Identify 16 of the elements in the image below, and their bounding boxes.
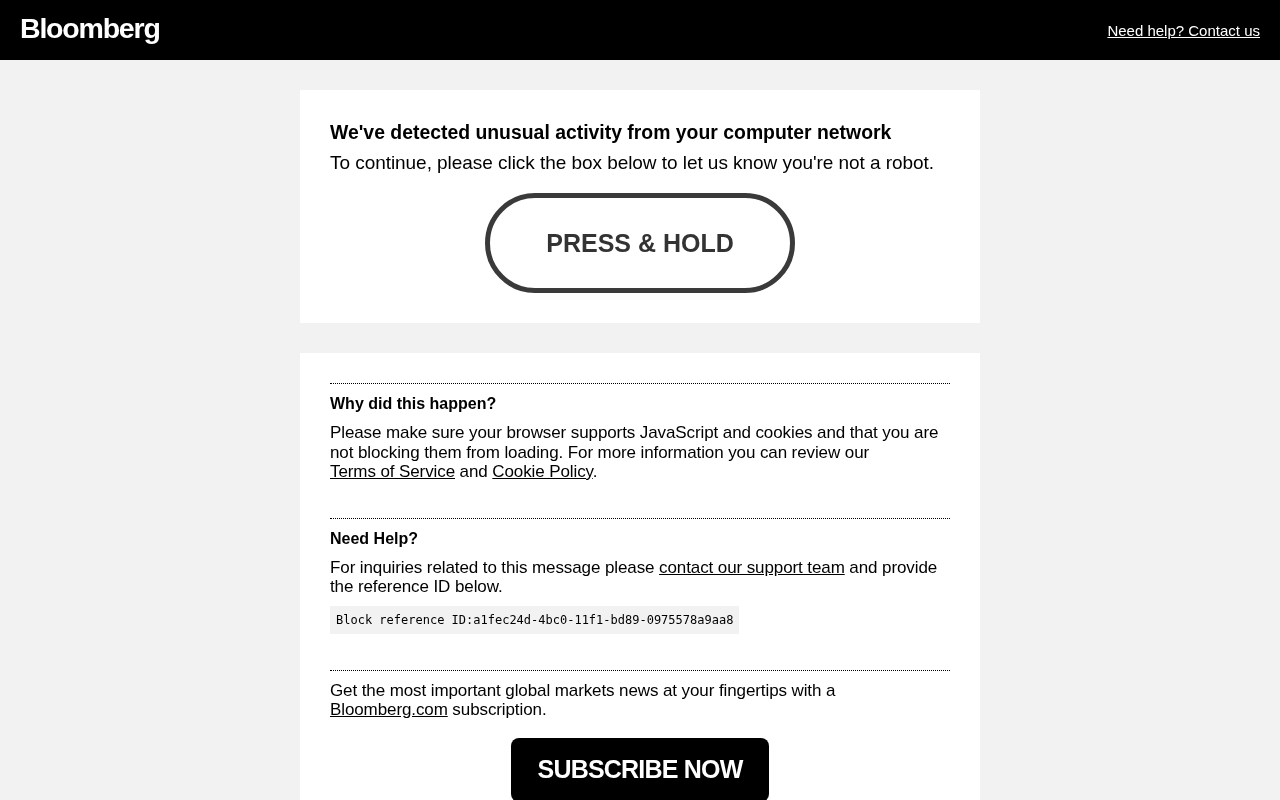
text-link[interactable]: contact our support team: [659, 557, 845, 577]
logo-wordmark: Bloomberg: [20, 13, 160, 43]
text-link[interactable]: Bloomberg.com: [330, 700, 448, 719]
text-link[interactable]: Terms of Service: [330, 462, 455, 481]
card-title: We've detected unusual activity from your computer network: [330, 121, 893, 143]
section-heading: Why did this happen?: [330, 394, 498, 414]
body-text: Please make sure your browser supports JavaScript and cookies and that you are not blocking them from loading. For more information you can review our Terms of Service and Cookie Policy.: [330, 423, 940, 482]
instruction-text: To continue, please click the box below to let us know you're not a robot.: [330, 151, 936, 175]
help-link[interactable]: Need help? Contact us: [1107, 21, 1260, 39]
body-text: Get the most important global markets news at your fingertips with a Bloomberg.com subscription.: [330, 680, 837, 720]
section-heading: Need Help?: [330, 528, 419, 549]
reference-id: Block reference ID:a1fec24d-4bc0-11f1-bd89-0975578a9aa8: [330, 605, 740, 634]
press-hold-button[interactable]: PRESS & HOLD: [485, 193, 795, 293]
text-link[interactable]: Cookie Policy: [492, 462, 593, 481]
body-text: For inquiries related to this message please contact our support team and provide the reference ID below.: [330, 557, 939, 597]
subscribe-button[interactable]: SUBSCRIBE NOW: [511, 737, 769, 800]
